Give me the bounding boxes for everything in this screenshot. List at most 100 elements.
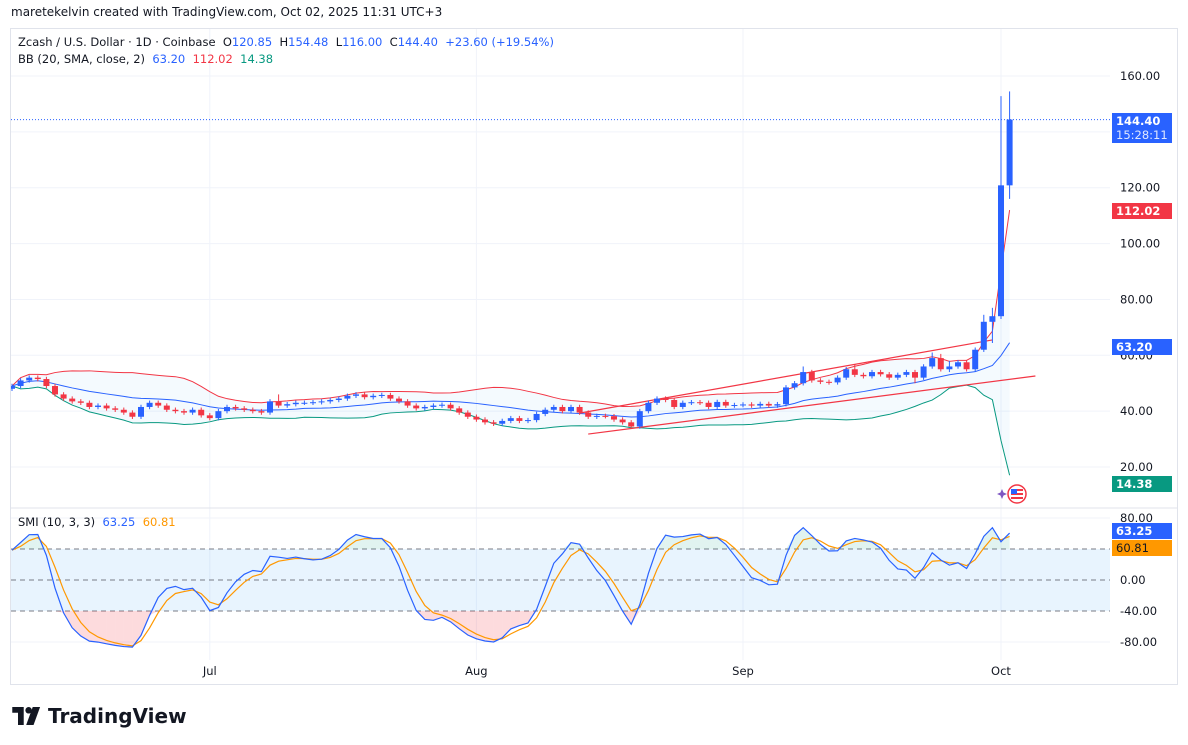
candle-body bbox=[963, 362, 970, 370]
candle-body bbox=[499, 420, 506, 424]
smi-legend: SMI (10, 3, 3) 63.25 60.81 bbox=[18, 515, 176, 529]
candle-body bbox=[112, 408, 119, 410]
brand-name: TradingView bbox=[48, 704, 187, 728]
candle-body bbox=[43, 379, 50, 387]
candle-body bbox=[473, 416, 480, 420]
candle-body bbox=[456, 408, 463, 413]
candle bbox=[267, 399, 273, 415]
candle-body bbox=[404, 401, 411, 406]
bb-fill bbox=[12, 210, 1010, 476]
candle-body bbox=[198, 409, 205, 416]
change-value: +23.60 (+19.54%) bbox=[445, 35, 554, 49]
candle-body bbox=[353, 394, 359, 396]
smi-label[interactable]: SMI (10, 3, 3) bbox=[18, 515, 95, 529]
candle-body bbox=[344, 395, 351, 399]
smi-tick-label: -40.00 bbox=[1120, 604, 1157, 618]
candle-body bbox=[155, 402, 162, 406]
smi-tick-label: 0.00 bbox=[1120, 573, 1146, 587]
candle-body bbox=[52, 386, 58, 395]
candle-body bbox=[301, 402, 308, 404]
candle-body bbox=[1006, 119, 1013, 186]
candle-body bbox=[843, 369, 850, 378]
candle-body bbox=[439, 404, 445, 406]
smi-oversold-fill bbox=[493, 611, 503, 642]
last-price-tag: 144.40 15:28:11 bbox=[1112, 113, 1172, 143]
candle bbox=[998, 96, 1004, 319]
price-tick-label: 120.00 bbox=[1120, 181, 1160, 195]
main-legend: Zcash / U.S. Dollar · 1D · Coinbase O120… bbox=[18, 35, 554, 49]
candle-body bbox=[998, 185, 1004, 317]
candle-body bbox=[95, 405, 101, 407]
candle-body bbox=[636, 411, 643, 427]
price-pane bbox=[11, 91, 1110, 476]
candle-body bbox=[464, 412, 471, 417]
candle-body bbox=[989, 316, 996, 322]
sparkle-icon bbox=[997, 489, 1007, 499]
time-tick-label: Sep bbox=[732, 664, 754, 678]
candle-body bbox=[361, 394, 368, 398]
candle-body bbox=[396, 398, 402, 402]
candle-body bbox=[292, 402, 299, 405]
candle-body bbox=[662, 398, 669, 400]
candle-body bbox=[593, 415, 600, 417]
candle-body bbox=[387, 394, 394, 399]
candle-body bbox=[714, 401, 721, 407]
price-tick-label: 20.00 bbox=[1120, 460, 1153, 474]
candle-body bbox=[946, 366, 953, 370]
high-value: 154.48 bbox=[288, 35, 329, 49]
smi-oversold-fill bbox=[467, 611, 477, 639]
candle-body bbox=[103, 405, 110, 409]
tradingview-logo-icon bbox=[12, 707, 41, 725]
tradingview-logo[interactable]: TradingView bbox=[12, 704, 187, 728]
candle bbox=[937, 353, 944, 372]
chart-canvas[interactable]: 160.00140.00120.00100.0080.0060.0040.002… bbox=[0, 0, 1188, 745]
candle-body bbox=[421, 406, 428, 409]
symbol-label[interactable]: Zcash / U.S. Dollar · 1D · Coinbase bbox=[18, 35, 216, 49]
candle-body bbox=[671, 399, 678, 407]
candle-body bbox=[215, 411, 222, 419]
candle-body bbox=[378, 394, 385, 396]
candle-body bbox=[129, 412, 136, 417]
candle-body bbox=[516, 418, 523, 421]
time-tick-label: Aug bbox=[465, 664, 487, 678]
candle bbox=[980, 314, 987, 352]
bb-upper-tag: 112.02 bbox=[1112, 203, 1172, 219]
candle-body bbox=[697, 402, 703, 404]
candle-body bbox=[11, 386, 15, 389]
price-tick-label: 160.00 bbox=[1120, 69, 1160, 83]
candle-body bbox=[318, 401, 325, 403]
candle-body bbox=[576, 406, 583, 413]
candle-body bbox=[542, 409, 549, 414]
smi-oversold-fill bbox=[115, 611, 124, 647]
candle-body bbox=[826, 381, 832, 383]
candle-body bbox=[482, 419, 488, 423]
candle-body bbox=[955, 362, 961, 367]
candle-body bbox=[163, 405, 170, 410]
candle-body bbox=[834, 377, 841, 383]
candle-body bbox=[267, 401, 273, 413]
candle-body bbox=[912, 372, 918, 378]
candle-body bbox=[172, 409, 179, 412]
signal-value: 60.81 bbox=[142, 515, 176, 529]
candle-body bbox=[851, 369, 858, 375]
candle-body bbox=[181, 411, 187, 413]
candle-body bbox=[26, 377, 33, 381]
candle-body bbox=[877, 372, 884, 375]
candle-body bbox=[705, 402, 712, 407]
candle-body bbox=[17, 380, 24, 387]
candle-body bbox=[232, 406, 239, 409]
candle-body bbox=[69, 398, 76, 402]
smi-overbought-fill bbox=[708, 537, 718, 549]
candle-body bbox=[490, 422, 497, 424]
candle-body bbox=[86, 402, 93, 407]
open-value: 120.85 bbox=[231, 35, 273, 49]
candle-body bbox=[688, 402, 695, 404]
candle-body bbox=[585, 412, 592, 417]
smi-oversold-fill bbox=[55, 611, 64, 613]
smi-overbought-fill bbox=[682, 534, 692, 549]
time-tick-label: Oct bbox=[991, 664, 1011, 678]
candle-body bbox=[413, 405, 420, 409]
candle-body bbox=[146, 402, 153, 407]
candle-body bbox=[559, 406, 566, 412]
bb-label[interactable]: BB (20, SMA, close, 2) bbox=[18, 52, 145, 66]
